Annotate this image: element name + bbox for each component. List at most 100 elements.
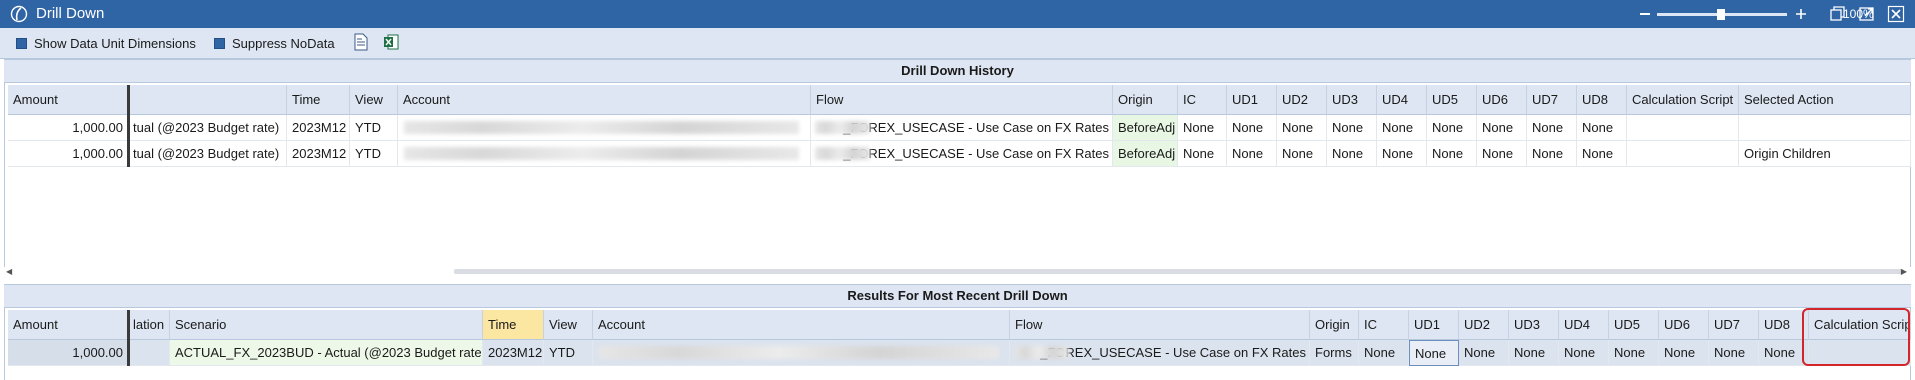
table-row-cell-ud4[interactable]: None bbox=[1377, 115, 1427, 141]
table-row-cell-flow[interactable]: _FOREX_USECASE - Use Case on FX Rates bbox=[811, 141, 1113, 167]
scrollbar-thumb[interactable] bbox=[454, 269, 1904, 274]
table-row-cell-ud7[interactable]: None bbox=[1709, 340, 1759, 366]
col-time[interactable]: Time bbox=[483, 310, 544, 340]
col-account[interactable]: Account bbox=[593, 310, 1010, 340]
table-row-cell-ud2[interactable]: None bbox=[1459, 340, 1509, 366]
close-icon[interactable] bbox=[1887, 5, 1905, 23]
table-row-cell-scenario[interactable]: ACTUAL_FX_2023BUD - Actual (@2023 Budget… bbox=[170, 340, 483, 366]
zoom-slider-thumb[interactable] bbox=[1717, 9, 1725, 20]
table-row-cell-flow[interactable]: _FOREX_USECASE - Use Case on FX Rates bbox=[811, 115, 1113, 141]
table-row-cell-account[interactable] bbox=[398, 115, 811, 141]
restore-icon[interactable] bbox=[1828, 5, 1846, 23]
col-ud2[interactable]: UD2 bbox=[1459, 310, 1509, 340]
table-row-cell-ud6[interactable]: None bbox=[1477, 115, 1527, 141]
table-row-cell-ud6[interactable]: None bbox=[1477, 141, 1527, 167]
table-row-cell-ud5[interactable]: None bbox=[1427, 141, 1477, 167]
table-row-cell-calc-script[interactable] bbox=[1627, 141, 1739, 167]
col-scenario[interactable] bbox=[128, 85, 287, 115]
table-row-cell-scenario[interactable]: tual (@2023 Budget rate) bbox=[128, 141, 287, 167]
table-row-cell-origin[interactable]: BeforeAdj bbox=[1113, 141, 1178, 167]
table-row-cell-account[interactable] bbox=[593, 340, 1010, 366]
scroll-right-icon[interactable]: ▶ bbox=[1901, 267, 1907, 276]
col-ic[interactable]: IC bbox=[1178, 85, 1227, 115]
col-amount[interactable]: Amount bbox=[8, 310, 128, 340]
frozen-column-splitter[interactable] bbox=[127, 310, 130, 366]
table-row-cell-amount[interactable]: 1,000.00 bbox=[8, 340, 128, 366]
excel-export-icon[interactable] bbox=[383, 33, 399, 51]
table-row-cell-time[interactable]: 2023M12 bbox=[287, 115, 350, 141]
col-view[interactable]: View bbox=[350, 85, 398, 115]
col-ud7[interactable]: UD7 bbox=[1527, 85, 1577, 115]
col-ud3[interactable]: UD3 bbox=[1509, 310, 1559, 340]
col-time[interactable]: Time bbox=[287, 85, 350, 115]
col-selected-action[interactable]: Selected Action bbox=[1739, 85, 1911, 115]
col-ud2[interactable]: UD2 bbox=[1277, 85, 1327, 115]
table-row-cell-ud4[interactable]: None bbox=[1559, 340, 1609, 366]
table-row-cell-ic[interactable]: None bbox=[1178, 141, 1227, 167]
col-ud4[interactable]: UD4 bbox=[1377, 85, 1427, 115]
zoom-out-button[interactable] bbox=[1640, 13, 1650, 15]
col-ud4[interactable]: UD4 bbox=[1559, 310, 1609, 340]
table-row-cell-ud3[interactable]: None bbox=[1509, 340, 1559, 366]
col-ud1[interactable]: UD1 bbox=[1409, 310, 1459, 340]
table-row-cell-selected-action[interactable] bbox=[1739, 115, 1911, 141]
col-ud6[interactable]: UD6 bbox=[1659, 310, 1709, 340]
table-row-cell-calculation-type[interactable] bbox=[128, 340, 170, 366]
col-flow[interactable]: Flow bbox=[811, 85, 1113, 115]
table-row-cell-ud7[interactable]: None bbox=[1527, 141, 1577, 167]
checkbox-icon[interactable] bbox=[214, 38, 225, 49]
table-row-cell-ud3[interactable]: None bbox=[1327, 115, 1377, 141]
suppress-nodata-checkbox[interactable]: Suppress NoData bbox=[214, 36, 335, 51]
col-scenario[interactable]: Scenario bbox=[170, 310, 483, 340]
checkbox-icon[interactable] bbox=[16, 38, 27, 49]
table-row-cell-origin[interactable]: Forms bbox=[1310, 340, 1359, 366]
table-row-cell-ud1[interactable]: None bbox=[1227, 141, 1277, 167]
table-row-cell-time[interactable]: 2023M12 bbox=[287, 141, 350, 167]
table-row-cell-ud7[interactable]: None bbox=[1527, 115, 1577, 141]
col-origin[interactable]: Origin bbox=[1113, 85, 1178, 115]
popout-icon[interactable] bbox=[1858, 5, 1876, 23]
col-amount[interactable]: Amount bbox=[8, 85, 128, 115]
scroll-left-icon[interactable]: ◀ bbox=[6, 267, 12, 276]
col-calc-script[interactable]: Calculation Script bbox=[1627, 85, 1739, 115]
table-row-cell-ud4[interactable]: None bbox=[1377, 141, 1427, 167]
history-horizontal-scrollbar[interactable]: ◀ ▶ bbox=[4, 267, 1911, 277]
col-ud8[interactable]: UD8 bbox=[1577, 85, 1627, 115]
col-ud6[interactable]: UD6 bbox=[1477, 85, 1527, 115]
table-row-cell-view[interactable]: YTD bbox=[544, 340, 593, 366]
col-flow[interactable]: Flow bbox=[1010, 310, 1310, 340]
col-calculation-type[interactable]: lation bbox=[128, 310, 170, 340]
col-ud1[interactable]: UD1 bbox=[1227, 85, 1277, 115]
frozen-column-splitter[interactable] bbox=[127, 85, 130, 167]
table-row-cell-view[interactable]: YTD bbox=[350, 141, 398, 167]
table-row-cell-ud5[interactable]: None bbox=[1427, 115, 1477, 141]
col-ic[interactable]: IC bbox=[1359, 310, 1409, 340]
table-row-cell-flow[interactable]: _FOREX_USECASE - Use Case on FX Rates bbox=[1010, 340, 1310, 366]
table-row-cell-ud1[interactable]: None bbox=[1409, 340, 1459, 366]
table-row-cell-amount[interactable]: 1,000.00 bbox=[8, 141, 128, 167]
col-ud5[interactable]: UD5 bbox=[1427, 85, 1477, 115]
table-row-cell-ud3[interactable]: None bbox=[1327, 141, 1377, 167]
table-row-cell-time[interactable]: 2023M12 bbox=[483, 340, 544, 366]
table-row-cell-selected-action[interactable]: Origin Children bbox=[1739, 141, 1911, 167]
table-row-cell-view[interactable]: YTD bbox=[350, 115, 398, 141]
col-account[interactable]: Account bbox=[398, 85, 811, 115]
col-ud3[interactable]: UD3 bbox=[1327, 85, 1377, 115]
table-row-cell-calc-script[interactable] bbox=[1627, 115, 1739, 141]
table-row-cell-ud1[interactable]: None bbox=[1227, 115, 1277, 141]
table-row-cell-ud2[interactable]: None bbox=[1277, 115, 1327, 141]
table-row-cell-account[interactable] bbox=[398, 141, 811, 167]
zoom-in-button[interactable] bbox=[1793, 6, 1809, 22]
col-ud5[interactable]: UD5 bbox=[1609, 310, 1659, 340]
table-row-cell-amount[interactable]: 1,000.00 bbox=[8, 115, 128, 141]
col-origin[interactable]: Origin bbox=[1310, 310, 1359, 340]
table-row-cell-ud8[interactable]: None bbox=[1577, 115, 1627, 141]
table-row-cell-ud5[interactable]: None bbox=[1609, 340, 1659, 366]
table-row-cell-ud2[interactable]: None bbox=[1277, 141, 1327, 167]
table-row-cell-ic[interactable]: None bbox=[1178, 115, 1227, 141]
table-row-cell-scenario[interactable]: tual (@2023 Budget rate) bbox=[128, 115, 287, 141]
table-row-cell-ud8[interactable]: None bbox=[1577, 141, 1627, 167]
pdf-export-icon[interactable] bbox=[353, 33, 369, 51]
show-data-unit-dimensions-checkbox[interactable]: Show Data Unit Dimensions bbox=[16, 36, 196, 51]
col-view[interactable]: View bbox=[544, 310, 593, 340]
